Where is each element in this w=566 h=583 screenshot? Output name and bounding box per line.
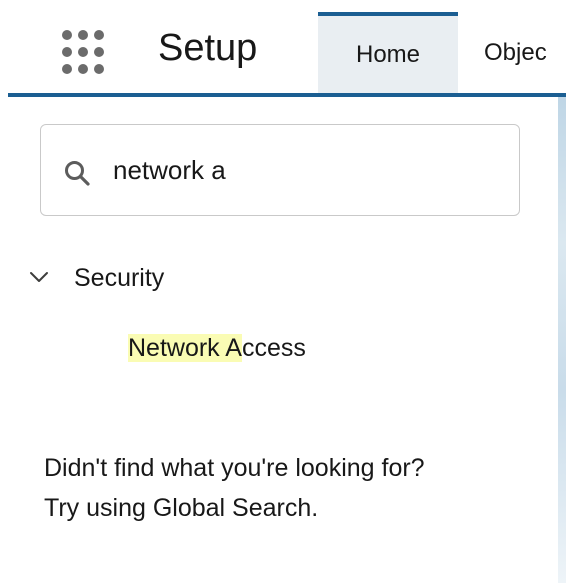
quick-find-box[interactable] [40,124,520,216]
quick-find-input[interactable] [113,153,493,187]
search-icon [65,161,90,186]
tab-object-manager[interactable]: Objec [484,12,566,93]
header-divider [8,93,566,97]
help-line-2: Try using Global Search. [44,494,319,522]
background-strip [558,97,566,583]
tree-item-network-access[interactable]: Network Access [128,330,306,366]
no-results-help: Didn't find what you're looking for? Try… [44,448,544,528]
tree-item-label-rest: ccess [241,334,306,362]
help-line-1: Didn't find what you're looking for? [44,454,425,482]
tree-node-label: Security [74,264,165,292]
global-header: Setup Home Objec [0,0,566,93]
tab-home[interactable]: Home [318,12,458,93]
setup-page: Setup Home Objec Security Network Access… [0,0,566,583]
search-match-highlight: Network A [128,334,242,362]
app-title: Setup [158,27,258,69]
chevron-down-icon[interactable] [28,266,50,288]
app-launcher-grid-icon[interactable] [60,28,112,76]
